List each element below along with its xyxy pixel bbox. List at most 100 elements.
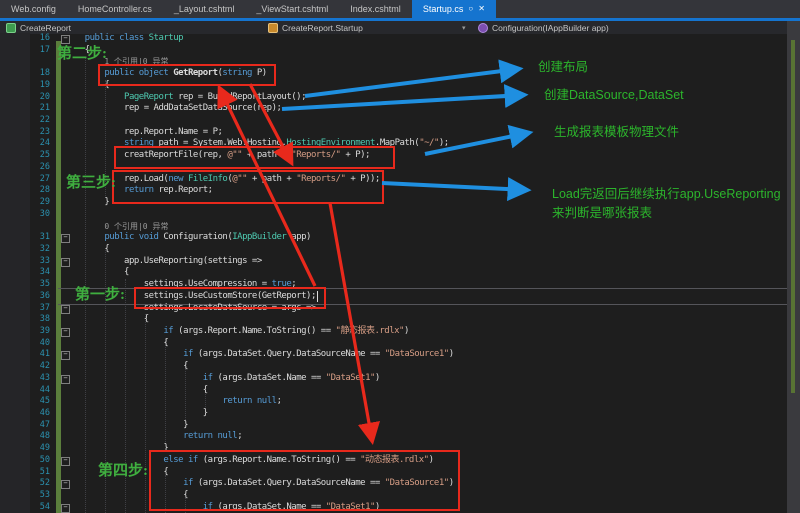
line-number: 17 bbox=[0, 45, 50, 57]
annotation-note-5: 来判断是哪张报表 bbox=[552, 202, 652, 221]
code-text: rep.Report.Name = P; bbox=[65, 127, 222, 139]
tab-label: Startup.cs bbox=[423, 4, 464, 14]
code-line-46[interactable]: 46} bbox=[0, 408, 787, 420]
line-number: 22 bbox=[0, 115, 50, 127]
line-number: 46 bbox=[0, 408, 50, 420]
code-line-30[interactable]: 30 bbox=[0, 209, 787, 221]
fold-collapse-icon[interactable]: − bbox=[61, 375, 70, 384]
project-icon bbox=[6, 23, 16, 33]
code-line-21[interactable]: 21 rep = AddDataSetDataSource(rep); bbox=[0, 103, 787, 115]
line-number: 54 bbox=[0, 502, 50, 513]
line-number: 18 bbox=[0, 68, 50, 80]
line-number: 38 bbox=[0, 314, 50, 326]
code-text: public void Configuration(IAppBuilder ap… bbox=[65, 232, 311, 244]
tab-close-icon[interactable]: ✕ bbox=[478, 5, 485, 13]
line-number: 30 bbox=[0, 209, 50, 221]
code-line-16[interactable]: 16−public class Startup bbox=[0, 33, 787, 45]
tab--viewstart-cshtml[interactable]: _ViewStart.cshtml bbox=[245, 0, 339, 18]
line-number: 25 bbox=[0, 150, 50, 162]
code-text: return null; bbox=[65, 431, 242, 443]
annotation-note-4: Load完返回后继续执行app.UseReporting bbox=[552, 183, 781, 202]
code-line-47[interactable]: 47} bbox=[0, 420, 787, 432]
method-icon bbox=[478, 23, 488, 33]
tab-homecontroller-cs[interactable]: HomeController.cs bbox=[67, 0, 163, 18]
line-number: 20 bbox=[0, 92, 50, 104]
code-line-17[interactable]: 17{ bbox=[0, 45, 787, 57]
code-text: { bbox=[65, 338, 168, 350]
code-line-44[interactable]: 44{ bbox=[0, 385, 787, 397]
code-line-33[interactable]: 33 −app.UseReporting(settings => bbox=[0, 256, 787, 268]
tab-startup-cs[interactable]: Startup.cs ○ ✕ bbox=[412, 0, 496, 18]
step-label-1: 第二步: bbox=[57, 42, 107, 63]
code-line-34[interactable]: 34{ bbox=[0, 267, 787, 279]
line-number: 28 bbox=[0, 185, 50, 197]
project-dropdown-label: CreateReport bbox=[20, 23, 71, 33]
line-number: 29 bbox=[0, 197, 50, 209]
fold-collapse-icon[interactable]: − bbox=[61, 328, 70, 337]
member-dropdown-label: Configuration(IAppBuilder app) bbox=[492, 23, 609, 33]
line-number: 34 bbox=[0, 267, 50, 279]
code-text: if (args.DataSet.Query.DataSourceName ==… bbox=[65, 349, 454, 361]
code-editor[interactable]: 16−public class Startup17{1 个引用|0 异常18pu… bbox=[0, 33, 787, 513]
tab-pin-icon[interactable]: ○ bbox=[468, 5, 473, 13]
code-line-38[interactable]: 38{ bbox=[0, 314, 787, 326]
annotation-note-1: 创建布局 bbox=[538, 56, 588, 75]
tab-label: _Layout.cshtml bbox=[174, 4, 235, 14]
tab-label: HomeController.cs bbox=[78, 4, 152, 14]
step-label-3: 第一步: bbox=[75, 283, 125, 304]
fold-collapse-icon[interactable]: − bbox=[61, 480, 70, 489]
line-number: 35 bbox=[0, 279, 50, 291]
code-line-45[interactable]: 45 return null; bbox=[0, 396, 787, 408]
code-text: { bbox=[65, 361, 188, 373]
line-number bbox=[0, 56, 50, 68]
line-number: 16 bbox=[0, 33, 50, 45]
code-line-43[interactable]: 43 −if (args.DataSet.Name == "DataSet1") bbox=[0, 373, 787, 385]
line-number: 32 bbox=[0, 244, 50, 256]
line-number: 36 bbox=[0, 291, 50, 303]
fold-collapse-icon[interactable]: − bbox=[61, 258, 70, 267]
tab-label: Web.config bbox=[11, 4, 56, 14]
tab--layout-cshtml[interactable]: _Layout.cshtml bbox=[163, 0, 246, 18]
code-text: if (args.DataSet.Name == "DataSet1") bbox=[65, 373, 380, 385]
scrollbar-change-marks bbox=[791, 40, 795, 393]
line-number: 24 bbox=[0, 138, 50, 150]
code-line-31[interactable]: 31 −public void Configuration(IAppBuilder… bbox=[0, 232, 787, 244]
line-number: 26 bbox=[0, 162, 50, 174]
line-number: 48 bbox=[0, 431, 50, 443]
tab-label: Index.cshtml bbox=[350, 4, 401, 14]
code-line-42[interactable]: 42 { bbox=[0, 361, 787, 373]
line-number: 31 bbox=[0, 232, 50, 244]
tab-bar: Web.config HomeController.cs _Layout.cshtm… bbox=[0, 0, 800, 18]
step-label-2: 第三步: bbox=[66, 171, 116, 192]
line-number: 21 bbox=[0, 103, 50, 115]
fold-collapse-icon[interactable]: − bbox=[61, 504, 70, 513]
code-text: rep = AddDataSetDataSource(rep); bbox=[65, 103, 281, 115]
chevron-down-icon[interactable]: ▾ bbox=[462, 24, 466, 32]
codelens-row[interactable]: 0 个引用|0 异常 bbox=[0, 221, 787, 233]
code-text: return null; bbox=[65, 396, 281, 408]
code-line-48[interactable]: 48 return null; bbox=[0, 431, 787, 443]
line-number: 33 bbox=[0, 256, 50, 268]
tab-label: _ViewStart.cshtml bbox=[256, 4, 328, 14]
fold-collapse-icon[interactable]: − bbox=[61, 351, 70, 360]
code-text: app.UseReporting(settings => bbox=[65, 256, 262, 268]
code-line-40[interactable]: 40{ bbox=[0, 338, 787, 350]
code-line-41[interactable]: 41−if (args.DataSet.Query.DataSourceName… bbox=[0, 349, 787, 361]
line-number: 19 bbox=[0, 80, 50, 92]
code-text: PageReport rep = BuildReportLayout(); bbox=[65, 92, 306, 104]
code-line-37[interactable]: 37−settings.LocateDataSource = args => bbox=[0, 303, 787, 315]
line-number: 37 bbox=[0, 303, 50, 315]
code-line-39[interactable]: 39−if (args.Report.Name.ToString() == "静… bbox=[0, 326, 787, 338]
tab-index-cshtml[interactable]: Index.cshtml bbox=[339, 0, 412, 18]
fold-collapse-icon[interactable]: − bbox=[61, 457, 70, 466]
line-number: 42 bbox=[0, 361, 50, 373]
annotation-box-elseif-block bbox=[149, 450, 460, 511]
tab-web-config[interactable]: Web.config bbox=[0, 0, 67, 18]
line-number: 45 bbox=[0, 396, 50, 408]
fold-collapse-icon[interactable]: − bbox=[61, 234, 70, 243]
fold-collapse-icon[interactable]: − bbox=[61, 305, 70, 314]
annotation-note-3: 生成报表模板物理文件 bbox=[554, 121, 679, 140]
annotation-box-creatreportfile bbox=[114, 146, 395, 169]
line-number: 43 bbox=[0, 373, 50, 385]
code-line-32[interactable]: 32{ bbox=[0, 244, 787, 256]
